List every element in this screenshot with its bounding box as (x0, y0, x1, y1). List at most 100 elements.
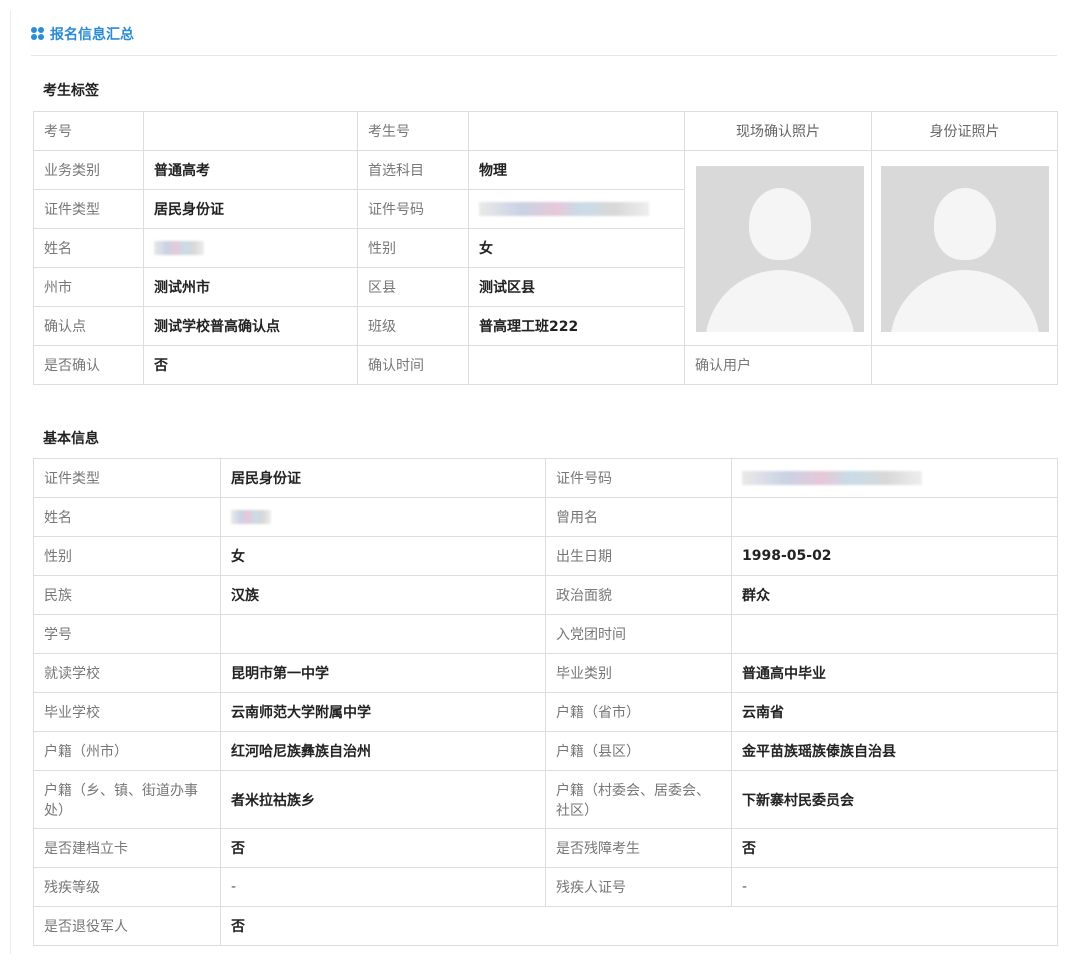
candidate-section-title: 考生标签 (37, 80, 105, 102)
field-value: 否 (220, 906, 1058, 946)
field-label: 毕业类别 (545, 653, 732, 693)
field-label: 政治面貌 (545, 575, 732, 615)
field-value: 物理 (468, 150, 685, 190)
field-label: 入党团时间 (545, 614, 732, 654)
field-label: 学号 (33, 614, 221, 654)
field-value: 金平苗族瑶族傣族自治县 (731, 731, 1058, 771)
field-value: 居民身份证 (220, 458, 546, 498)
table-row: 毕业学校 云南师范大学附属中学 户籍（省市） 云南省 (33, 692, 1058, 732)
id-photo-header: 身份证照片 (871, 111, 1058, 151)
table-row: 户籍（州市） 红河哈尼族彝族自治州 户籍（县区） 金平苗族瑶族傣族自治县 (33, 731, 1058, 771)
basic-info-table: 证件类型 居民身份证 证件号码 姓名 曾用名 性别 女 出生日期 1998-05… (33, 458, 1058, 946)
field-label: 户籍（县区） (545, 731, 732, 771)
field-value: 测试区县 (468, 267, 685, 307)
table-row: 姓名 曾用名 (33, 497, 1058, 537)
avatar-head-shape (749, 188, 811, 260)
field-label: 性别 (357, 228, 469, 268)
field-label: 首选科目 (357, 150, 469, 190)
site-photo-placeholder (696, 166, 864, 332)
field-value (468, 345, 685, 385)
basic-section-title-text: 基本信息 (43, 431, 99, 447)
table-row: 证件类型 居民身份证 证件号码 (33, 458, 1058, 498)
field-label: 残疾人证号 (545, 867, 732, 907)
field-value (220, 614, 546, 654)
field-value: 居民身份证 (143, 189, 358, 229)
field-label: 民族 (33, 575, 221, 615)
field-value: 测试州市 (143, 267, 358, 307)
page-title-text: 报名信息汇总 (50, 27, 134, 43)
field-label: 确认用户 (684, 345, 872, 385)
field-label: 证件类型 (33, 189, 144, 229)
field-value (731, 614, 1058, 654)
site-photo-header: 现场确认照片 (684, 111, 872, 151)
field-label: 是否建档立卡 (33, 828, 221, 868)
field-label: 户籍（乡、镇、街道办事处） (33, 770, 221, 829)
field-value: 否 (731, 828, 1058, 868)
field-label: 证件号码 (545, 458, 732, 498)
field-label: 班级 (357, 306, 469, 346)
table-row: 就读学校 昆明市第一中学 毕业类别 普通高中毕业 (33, 653, 1058, 693)
field-value: 否 (143, 345, 358, 385)
field-label: 考号 (33, 111, 144, 151)
page-title: 报名信息汇总 (31, 24, 134, 44)
field-value: 汉族 (220, 575, 546, 615)
field-value: 群众 (731, 575, 1058, 615)
avatar-body-shape (705, 270, 855, 332)
field-label: 确认时间 (357, 345, 469, 385)
registration-summary-page: 报名信息汇总 考生标签 考号 考生号 现场确认照片 身份证照片 业务类别 普通高… (10, 10, 1072, 954)
field-label: 户籍（省市） (545, 692, 732, 732)
table-row: 是否建档立卡 否 是否残障考生 否 (33, 828, 1058, 868)
field-label: 姓名 (33, 228, 144, 268)
table-row: 户籍（乡、镇、街道办事处） 者米拉祜族乡 户籍（村委会、居委会、社区） 下新寨村… (33, 770, 1058, 829)
field-value: 否 (220, 828, 546, 868)
field-value: - (731, 867, 1058, 907)
id-photo-placeholder (881, 166, 1049, 332)
page-header: 报名信息汇总 (31, 10, 1057, 56)
field-label: 州市 (33, 267, 144, 307)
field-value: 者米拉祜族乡 (220, 770, 546, 829)
table-row: 民族 汉族 政治面貌 群众 (33, 575, 1058, 615)
field-label: 是否确认 (33, 345, 144, 385)
field-label: 性别 (33, 536, 221, 576)
field-value (468, 111, 685, 151)
field-label: 业务类别 (33, 150, 144, 190)
field-label: 就读学校 (33, 653, 221, 693)
field-value: 普通高考 (143, 150, 358, 190)
table-row: 性别 女 出生日期 1998-05-02 (33, 536, 1058, 576)
table-row: 是否退役军人 否 (33, 906, 1058, 946)
field-value: 昆明市第一中学 (220, 653, 546, 693)
table-row: 残疾等级 - 残疾人证号 - (33, 867, 1058, 907)
table-row: 是否确认 否 确认时间 确认用户 (33, 345, 1058, 385)
field-value: 女 (220, 536, 546, 576)
field-label: 区县 (357, 267, 469, 307)
field-value: 普高理工班222 (468, 306, 685, 346)
id-number-redacted (731, 458, 1058, 498)
field-value: - (220, 867, 546, 907)
field-label: 是否残障考生 (545, 828, 732, 868)
field-value (143, 111, 358, 151)
field-label: 确认点 (33, 306, 144, 346)
basic-section-title: 基本信息 (37, 428, 105, 450)
field-label: 证件号码 (357, 189, 469, 229)
field-value: 测试学校普高确认点 (143, 306, 358, 346)
field-label: 户籍（村委会、居委会、社区） (545, 770, 732, 829)
name-redacted (220, 497, 546, 537)
field-value: 红河哈尼族彝族自治州 (220, 731, 546, 771)
field-label: 毕业学校 (33, 692, 221, 732)
id-number-redacted (468, 189, 685, 229)
field-label: 是否退役军人 (33, 906, 221, 946)
avatar-head-shape (934, 188, 996, 260)
field-value: 云南省 (731, 692, 1058, 732)
field-value: 云南师范大学附属中学 (220, 692, 546, 732)
avatar-body-shape (890, 270, 1040, 332)
candidate-section-title-text: 考生标签 (43, 83, 99, 99)
field-value (871, 345, 1058, 385)
field-label: 证件类型 (33, 458, 221, 498)
grid-icon (31, 27, 45, 41)
field-value: 女 (468, 228, 685, 268)
field-label: 户籍（州市） (33, 731, 221, 771)
field-label: 考生号 (357, 111, 469, 151)
name-redacted (143, 228, 358, 268)
field-label: 残疾等级 (33, 867, 221, 907)
field-label: 曾用名 (545, 497, 732, 537)
